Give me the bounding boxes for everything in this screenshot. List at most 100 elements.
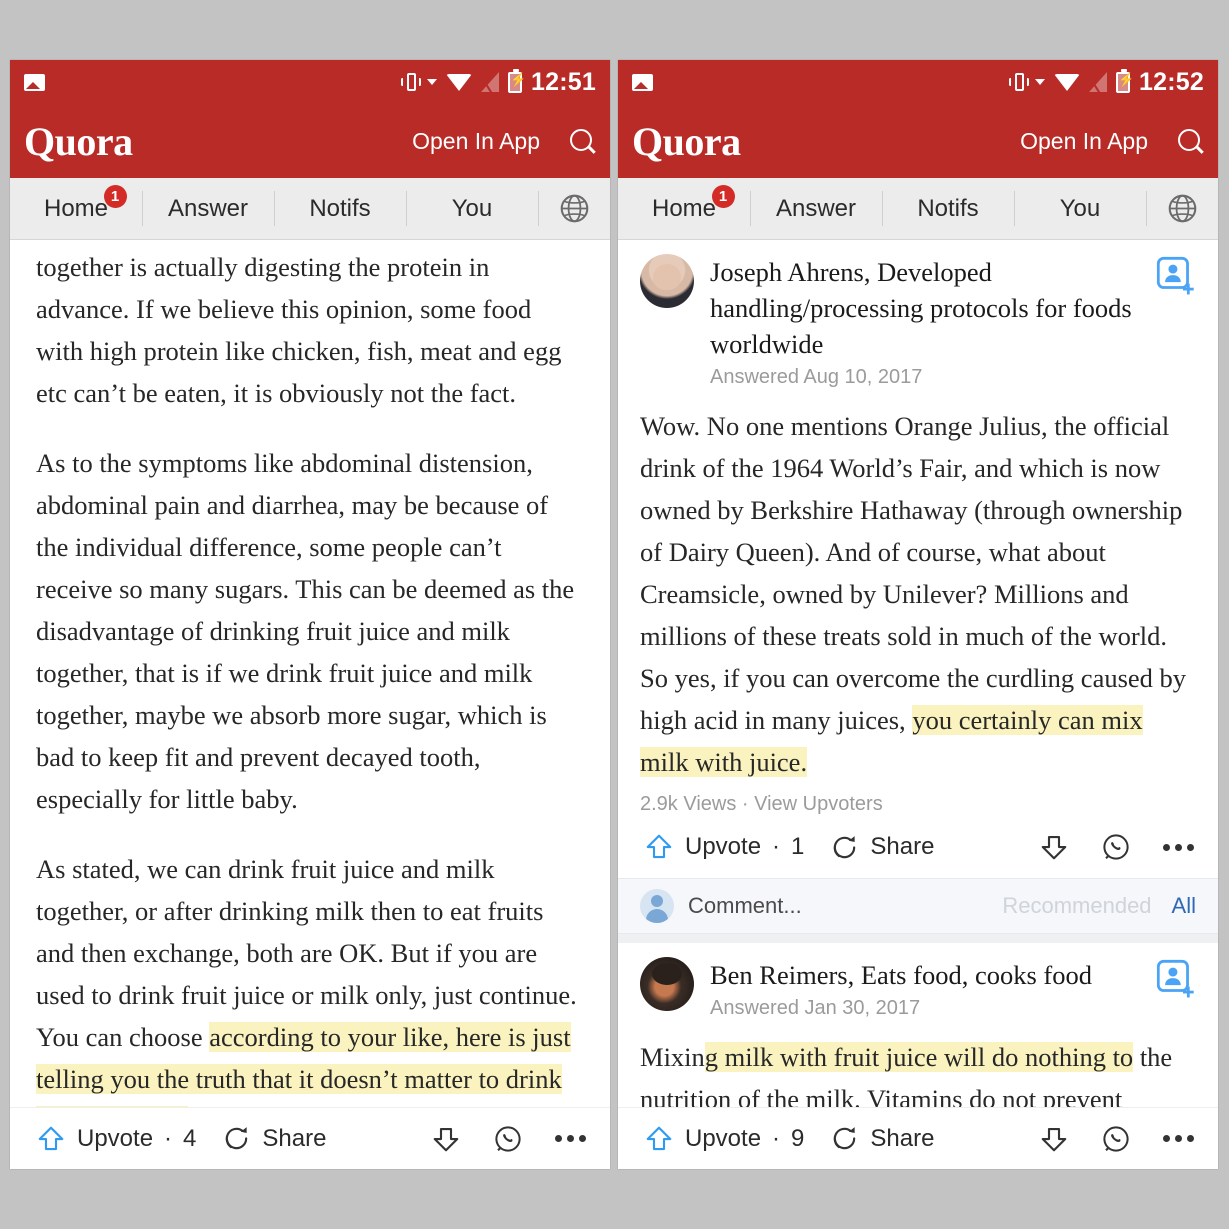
wifi-icon — [446, 73, 473, 91]
comment-bar[interactable]: Comment... Recommended All — [618, 878, 1218, 934]
more-options-icon[interactable] — [1163, 1135, 1194, 1142]
downvote-icon[interactable] — [431, 1124, 461, 1154]
action-bar: Upvote · 1 Share — [618, 816, 1218, 878]
more-options-icon[interactable] — [555, 1135, 586, 1142]
tab-notifs[interactable]: Notifs — [274, 178, 406, 239]
action-bar: Upvote · 9 Share — [618, 1107, 1218, 1169]
tab-you[interactable]: You — [406, 178, 538, 239]
search-icon[interactable] — [570, 129, 594, 153]
status-right: 12:52 — [1008, 68, 1204, 97]
action-bar-right — [1039, 1124, 1194, 1154]
share-button[interactable]: Share — [222, 1124, 326, 1153]
views-and-upvoters[interactable]: 2.9k Views · View Upvoters — [618, 783, 1218, 816]
tab-you-label: You — [1059, 194, 1101, 222]
whatsapp-icon[interactable] — [493, 1124, 523, 1154]
paragraph: As stated, we can drink fruit juice and … — [36, 848, 584, 1107]
answer-body: Mixing milk with fruit juice will do not… — [618, 1020, 1218, 1107]
upvote-label: Upvote — [685, 833, 762, 860]
share-button[interactable]: Share — [830, 1124, 934, 1153]
chevron-down-icon — [1035, 79, 1046, 85]
upvote-button[interactable]: Upvote · 9 — [644, 1124, 804, 1154]
tab-home[interactable]: Home 1 — [618, 178, 750, 239]
home-badge: 1 — [711, 185, 735, 208]
upvote-icon — [38, 1126, 64, 1150]
upvote-separator: · — [772, 1124, 781, 1152]
open-in-app-button[interactable]: Open In App — [412, 128, 540, 155]
answer-body: Wow. No one mentions Orange Julius, the … — [618, 389, 1218, 783]
author-name[interactable]: Joseph Ahrens, Developed handling/proces… — [710, 254, 1140, 362]
downvote-icon[interactable] — [1039, 1124, 1069, 1154]
status-time: 12:52 — [1139, 67, 1204, 96]
section-divider — [618, 934, 1218, 943]
battery-charging-icon — [508, 68, 526, 93]
tab-home[interactable]: Home 1 — [10, 178, 142, 239]
status-left — [24, 73, 45, 91]
answer-meta: Joseph Ahrens, Developed handling/proces… — [710, 254, 1140, 389]
answer-content-left[interactable]: together is actually digesting the prote… — [10, 240, 610, 1107]
tab-answer[interactable]: Answer — [142, 178, 274, 239]
search-icon[interactable] — [1178, 129, 1202, 153]
upvote-button[interactable]: Upvote · 4 — [36, 1124, 196, 1154]
comment-input[interactable]: Comment... — [688, 893, 802, 919]
upvote-label: Upvote — [685, 1124, 762, 1152]
tab-notifs[interactable]: Notifs — [882, 178, 1014, 239]
app-bar-actions: Open In App — [1020, 128, 1202, 155]
tab-language[interactable] — [1146, 178, 1218, 239]
home-badge: 1 — [103, 185, 127, 208]
share-label: Share — [870, 1124, 935, 1152]
globe-icon — [560, 194, 588, 223]
app-bar: Quora Open In App — [10, 104, 610, 178]
tab-language[interactable] — [538, 178, 610, 239]
quora-logo: Quora — [24, 118, 133, 164]
open-in-app-button[interactable]: Open In App — [1020, 128, 1148, 155]
screenshot-stage: 12:51 Quora Open In App Home 1 Answer No… — [0, 0, 1229, 1229]
avatar[interactable] — [640, 957, 694, 1011]
downvote-icon[interactable] — [1039, 832, 1069, 862]
tab-answer-label: Answer — [167, 194, 249, 222]
author-name[interactable]: Ben Reimers, Eats food, cooks food — [710, 957, 1140, 993]
answer-text-block: together is actually digesting the prote… — [10, 240, 610, 1107]
upvote-separator: · — [772, 833, 781, 860]
phone-panel-right: 12:52 Quora Open In App Home 1 Answer No… — [618, 60, 1218, 1169]
follow-person-icon[interactable] — [1156, 256, 1196, 296]
answer-date: Answered Jan 30, 2017 — [710, 997, 921, 1019]
share-icon — [834, 835, 856, 858]
answer-feed-right[interactable]: Joseph Ahrens, Developed handling/proces… — [618, 240, 1218, 1107]
answer-card: Joseph Ahrens, Developed handling/proces… — [618, 240, 1218, 943]
share-icon — [226, 1127, 248, 1150]
photo-icon — [632, 73, 653, 91]
action-bar: Upvote · 4 Share — [10, 1107, 610, 1169]
upvote-button[interactable]: Upvote · 1 — [644, 832, 804, 862]
more-options-icon[interactable] — [1163, 843, 1194, 851]
photo-icon — [24, 73, 45, 91]
upvote-count: 1 — [791, 833, 805, 860]
phone-panel-left: 12:51 Quora Open In App Home 1 Answer No… — [10, 60, 610, 1169]
share-button[interactable]: Share — [830, 833, 934, 862]
action-bar-right — [1039, 832, 1194, 862]
status-time: 12:51 — [531, 67, 596, 96]
comment-filter-recommended[interactable]: Recommended — [1002, 893, 1151, 919]
upvote-count: 4 — [183, 1124, 197, 1152]
whatsapp-icon[interactable] — [1101, 832, 1131, 862]
user-avatar-icon — [640, 889, 674, 923]
comment-filter-all[interactable]: All — [1172, 893, 1196, 919]
globe-icon — [1168, 194, 1196, 223]
tab-answer[interactable]: Answer — [750, 178, 882, 239]
signal-off-icon — [1089, 72, 1107, 92]
tab-home-label: Home — [43, 194, 109, 222]
vibrate-icon — [1008, 71, 1030, 93]
follow-person-icon[interactable] — [1156, 959, 1196, 999]
tab-you[interactable]: You — [1014, 178, 1146, 239]
upvote-icon — [646, 1126, 672, 1150]
vibrate-icon — [400, 71, 422, 93]
answer-body-text: Wow. No one mentions Orange Julius, the … — [640, 411, 1187, 735]
share-label: Share — [870, 833, 935, 860]
app-bar-actions: Open In App — [412, 128, 594, 155]
whatsapp-icon[interactable] — [1101, 1124, 1131, 1154]
status-right: 12:51 — [400, 68, 596, 97]
avatar[interactable] — [640, 254, 694, 308]
upvote-icon — [646, 834, 672, 859]
upvote-separator: · — [164, 1124, 173, 1152]
status-bar: 12:52 — [618, 60, 1218, 104]
answer-card: Ben Reimers, Eats food, cooks food Answe… — [618, 943, 1218, 1107]
